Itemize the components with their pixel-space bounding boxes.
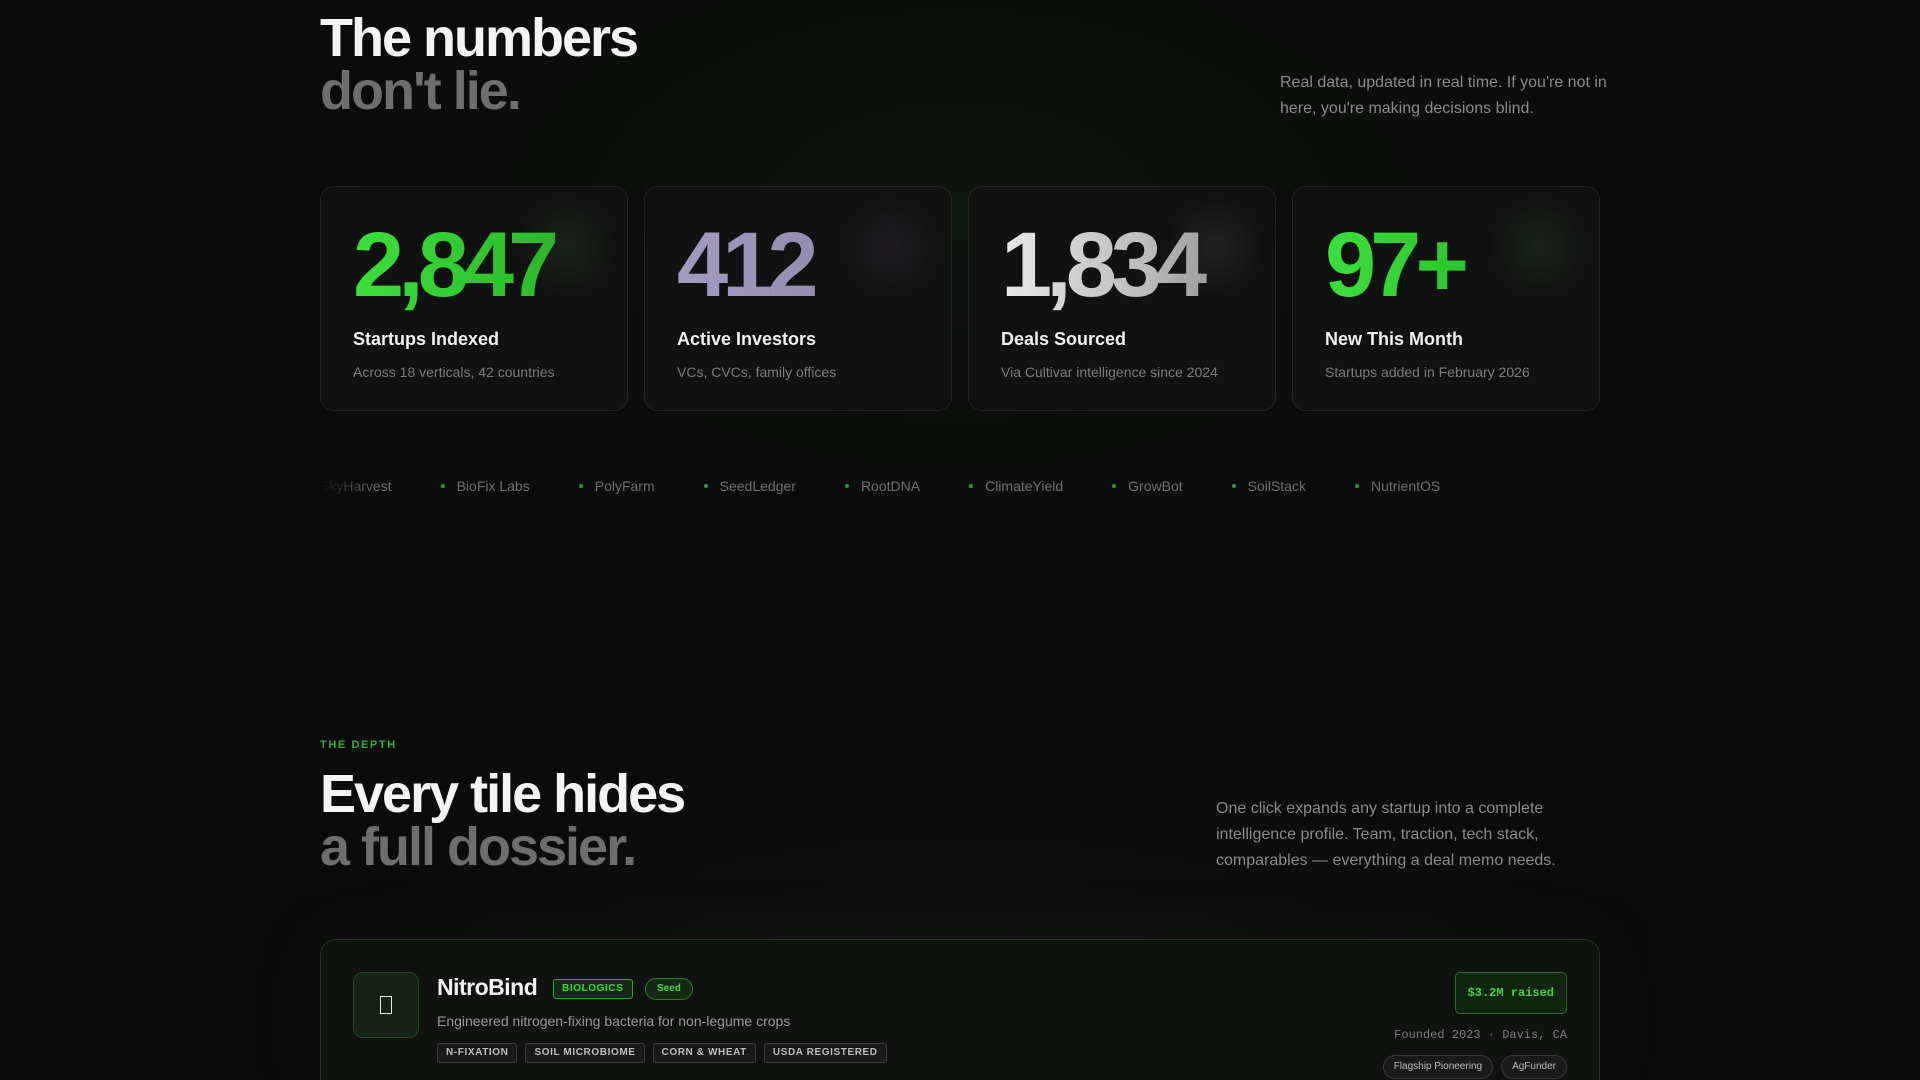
numbers-section-title: The numbers don't lie. [320,8,639,121]
bullet-dot-icon [1354,484,1359,488]
marquee-item: SoilStack [1231,474,1306,498]
bullet-dot-icon [440,484,445,488]
tag-chip: N-FIXATION [437,1043,518,1063]
depth-section-description: One click expands any startup into a com… [1216,800,1556,869]
card-glow [517,197,617,297]
card-glow [1165,197,1265,297]
marquee-item: RootDNA [844,474,921,498]
stat-card-new: 97+ New This Month Startups added in Feb… [1292,186,1600,411]
marquee-item-label: BioFix Labs [456,478,530,494]
marquee-item-label: SkyHarvest [320,478,392,494]
marquee-track: SkyHarvest BioFix Labs PolyFarm SeedLedger R… [320,474,1489,498]
tag-chip: SOIL MICROBIOME [525,1043,645,1063]
marquee-item: ClimateYield [969,474,1063,498]
stat-card-startups: 2,847 Startups Indexed Across 18 vertica… [320,186,628,411]
bullet-dot-icon [578,484,583,488]
title-line-2: a full dossier. [320,817,637,877]
marquee-item: SkyHarvest [320,474,392,498]
stat-card-deals: 1,834 Deals Sourced Via Cultivar intelli… [968,186,1276,411]
tag-chip: USDA REGISTERED [763,1043,887,1063]
marquee-item-label: SeedLedger [719,478,796,494]
bullet-dot-icon [703,484,708,488]
marquee-item-label: ClimateYield [985,478,1064,494]
startup-tags: N-FIXATION SOIL MICROBIOME CORN & WHEAT … [437,1043,887,1063]
marquee-item-label: GrowBot [1128,478,1183,494]
marquee-item: PolyFarm [578,474,655,498]
stats-grid: 2,847 Startups Indexed Across 18 vertica… [320,186,1600,411]
placeholder-glyph-icon [380,996,392,1014]
title-line-1: Every tile hides [320,764,686,824]
raised-badge: $3.2M raised [1454,972,1567,1014]
bullet-dot-icon [1231,484,1236,488]
section-eyebrow: THE DEPTH [320,739,397,751]
bullet-dot-icon [969,484,974,488]
tag-chip: CORN & WHEAT [652,1043,756,1063]
title-line-1: The numbers [320,8,639,68]
depth-section-title: Every tile hides a full dossier. [320,764,686,877]
startup-description: Engineered nitrogen-fixing bacteria for … [437,1013,791,1029]
startup-marquee: SkyHarvest BioFix Labs PolyFarm SeedLedger R… [320,474,1600,498]
bullet-dot-icon [1112,484,1117,488]
startup-name: NitroBind [437,974,538,1000]
startup-logo [353,972,419,1038]
stat-subtext: Via Cultivar intelligence since 2024 [1001,364,1218,380]
numbers-section-description: Real data, updated in real time. If you'… [1280,74,1607,117]
marquee-item: BioFix Labs [440,474,530,498]
marquee-item-label: RootDNA [860,478,921,494]
marquee-item-label: NutrientOS [1370,478,1441,494]
title-line-2: don't lie. [320,61,522,121]
investor-chip[interactable]: AgFunder [1501,1055,1567,1079]
marquee-item-label: SoilStack [1247,478,1306,494]
stat-subtext: VCs, CVCs, family offices [677,364,837,380]
stat-label: New This Month [1325,329,1463,349]
stage-badge: Seed [645,978,693,1000]
stat-label: Deals Sourced [1001,329,1127,349]
card-glow [841,197,941,297]
stat-card-investors: 412 Active Investors VCs, CVCs, family o… [644,186,952,411]
investor-chips: Flagship Pioneering AgFunder [1382,1055,1567,1079]
stat-subtext: Across 18 verticals, 42 countries [353,364,555,380]
investor-chip[interactable]: Flagship Pioneering [1382,1055,1494,1079]
stat-subtext: Startups added in February 2026 [1325,364,1530,380]
marquee-item: GrowBot [1112,474,1183,498]
card-glow [1489,197,1589,297]
startup-dossier-card[interactable]: NitroBind BIOLOGICS Seed Engineered nitr… [320,939,1600,1080]
stat-label: Startups Indexed [353,329,500,349]
bullet-dot-icon [844,484,849,488]
marquee-item-label: PolyFarm [594,478,655,494]
founded-info: Founded 2023 · Davis, CA [1394,1028,1567,1042]
marquee-item: NutrientOS [1354,474,1441,498]
category-tag: BIOLOGICS [553,979,633,999]
stat-label: Active Investors [677,329,817,349]
marquee-item: SeedLedger [703,474,796,498]
